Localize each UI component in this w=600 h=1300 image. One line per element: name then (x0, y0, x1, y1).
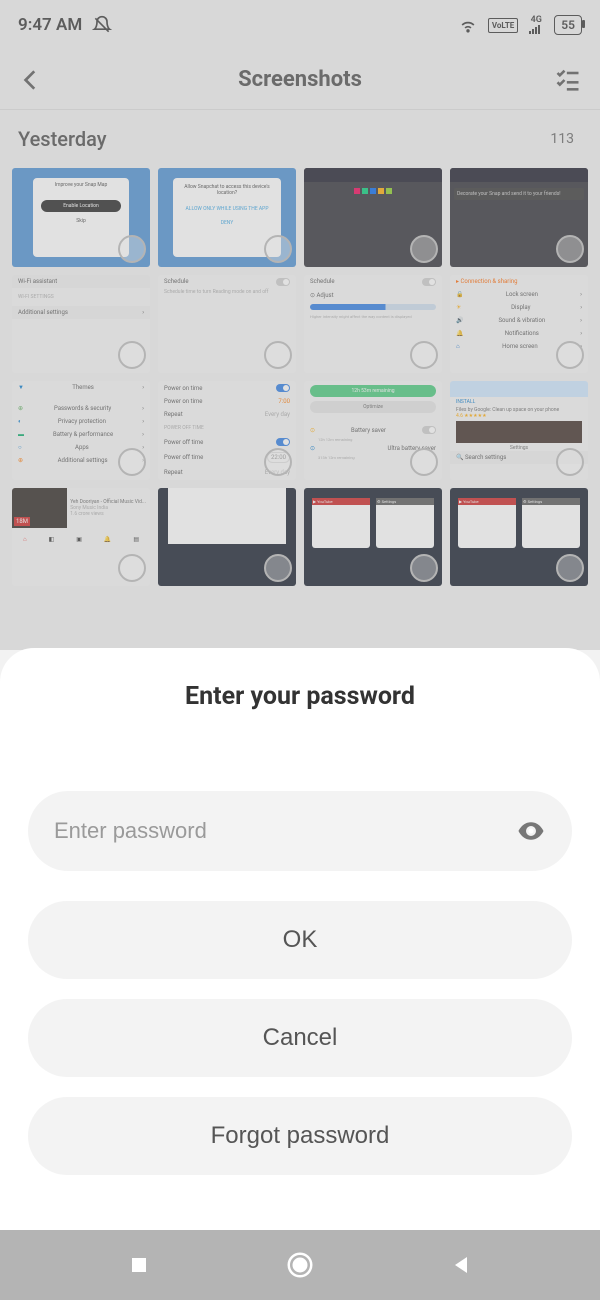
back-nav-icon[interactable] (449, 1253, 473, 1277)
thumbnail[interactable]: 18MYeh Dooriyan - Official Music Vid...S… (12, 488, 150, 587)
thumbnail[interactable]: ScheduleSchedule time to turn Reading mo… (158, 275, 296, 374)
thumbnail[interactable]: Schedule⊙ AdjustHigher intensity might a… (304, 275, 442, 374)
thumbnail[interactable] (158, 488, 296, 587)
page-title: Screenshots (238, 67, 362, 92)
gallery-header: Screenshots (0, 50, 600, 110)
thumbnail[interactable]: ▼ Themes›⊕ Passwords & security›◐ Privac… (12, 381, 150, 480)
dialog-title: Enter your password (185, 682, 415, 711)
thumbnail[interactable]: Improve your Snap MapEnable LocationSkip (12, 168, 150, 267)
thumbnail[interactable]: ▸ Connection & sharing🔒 Lock screen›☀ Di… (450, 275, 588, 374)
thumbnail[interactable]: ▶ YouTube⚙ Settings (304, 488, 442, 587)
thumbnail[interactable]: Wi-Fi assistantWI-FI SETTINGSAdditional … (12, 275, 150, 374)
ok-button[interactable]: OK (28, 901, 572, 979)
thumbnail-grid: Improve your Snap MapEnable LocationSkip… (0, 168, 600, 586)
cancel-button[interactable]: Cancel (28, 999, 572, 1077)
wifi-icon (458, 15, 478, 35)
gallery-content: Yesterday 113 Improve your Snap MapEnabl… (0, 110, 600, 600)
forgot-password-button[interactable]: Forgot password (28, 1097, 572, 1175)
thumbnail[interactable]: Power on timePower on time7:00RepeatEver… (158, 381, 296, 480)
eye-icon[interactable] (516, 816, 546, 846)
status-time: 9:47 AM (18, 15, 82, 35)
select-all-icon[interactable] (554, 66, 582, 94)
signal-icon: 4G (528, 16, 544, 35)
dnd-icon (92, 15, 112, 35)
thumbnail[interactable]: Decorate your Snap and send it to your f… (450, 168, 588, 267)
section-title: Yesterday (18, 127, 107, 151)
battery-icon: 55 (554, 15, 582, 35)
back-icon[interactable] (18, 67, 44, 93)
password-dialog: Enter your password OK Cancel Forgot pas… (0, 648, 600, 1230)
password-field-wrap[interactable] (28, 791, 572, 871)
volte-icon: VoLTE (488, 18, 518, 33)
section-count: 113 (550, 131, 574, 147)
thumbnail[interactable]: 12h 53m remainingOptimize⊙ Battery saver… (304, 381, 442, 480)
thumbnail[interactable]: ▶ YouTube⚙ Settings (450, 488, 588, 587)
thumbnail[interactable]: Allow Snapchat to access this device's l… (158, 168, 296, 267)
status-bar: 9:47 AM VoLTE 4G 55 (0, 0, 600, 50)
thumbnail[interactable] (304, 168, 442, 267)
recents-icon[interactable] (127, 1253, 151, 1277)
password-input[interactable] (54, 818, 516, 844)
home-icon[interactable] (285, 1250, 315, 1280)
system-nav-bar (0, 1230, 600, 1300)
thumbnail[interactable]: INSTALLFiles by Google: Clean up space o… (450, 381, 588, 480)
